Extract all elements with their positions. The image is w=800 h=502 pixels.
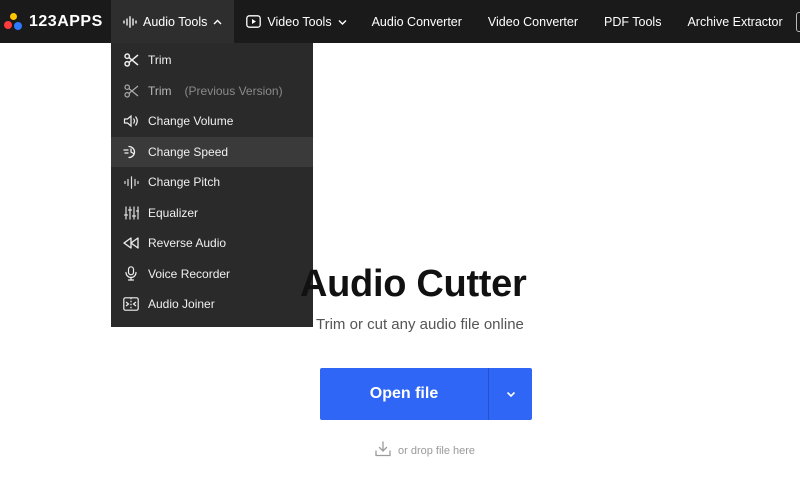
menu-item-change-volume[interactable]: Change Volume [111, 106, 313, 137]
menu-item-label: Equalizer [148, 205, 199, 220]
menu-item-suffix: (Previous Version) [184, 83, 283, 98]
account-button[interactable] [796, 12, 800, 32]
main-nav: Audio Tools Video Tools Audio Converter … [111, 0, 796, 43]
open-file-control: Open file [320, 368, 532, 420]
menu-item-label: Change Volume [148, 114, 234, 129]
waveform-icon [123, 15, 137, 28]
menu-item-change-speed[interactable]: Change Speed [111, 136, 313, 167]
play-box-icon [246, 15, 262, 28]
logo-mark-icon [4, 12, 24, 31]
drop-hint-text: or drop file here [398, 444, 476, 457]
scissors-outline-icon [123, 83, 139, 99]
equalizer-icon [123, 205, 139, 221]
menu-item-audio-joiner[interactable]: Audio Joiner [111, 289, 313, 320]
chevron-down-icon [506, 385, 516, 403]
menu-item-voice-recorder[interactable]: Voice Recorder [111, 259, 313, 290]
menu-item-label: Trim [148, 83, 172, 98]
nav-archive-extractor[interactable]: Archive Extractor [674, 0, 795, 43]
open-file-options-button[interactable] [489, 368, 532, 420]
page-subtitle: Trim or cut any audio file online [316, 316, 524, 333]
microphone-icon [123, 266, 139, 282]
nav-pdf-tools[interactable]: PDF Tools [591, 0, 674, 43]
logo[interactable]: 123APPS [4, 0, 103, 43]
menu-item-label: Voice Recorder [148, 266, 231, 281]
nav-audio-converter[interactable]: Audio Converter [359, 0, 475, 43]
chevron-up-icon [213, 19, 222, 25]
menu-item-label: Trim [148, 53, 172, 68]
speed-icon [123, 144, 139, 160]
menu-item-trim-previous[interactable]: Trim (Previous Version) [111, 76, 313, 107]
drop-zone-hint: or drop file here [374, 440, 475, 461]
menu-item-change-pitch[interactable]: Change Pitch [111, 167, 313, 198]
menu-item-equalizer[interactable]: Equalizer [111, 198, 313, 229]
top-navigation-bar: 123APPS Audio Tools Video Tools Audio Co… [0, 0, 800, 43]
download-icon [374, 440, 392, 461]
logo-text: 123APPS [29, 12, 103, 30]
join-icon [123, 296, 139, 312]
nav-video-converter[interactable]: Video Converter [475, 0, 591, 43]
open-file-button[interactable]: Open file [320, 368, 488, 420]
chevron-down-icon [338, 19, 347, 25]
rewind-icon [123, 235, 139, 251]
volume-icon [123, 113, 139, 129]
nav-video-tools-label: Video Tools [267, 14, 332, 29]
menu-item-trim[interactable]: Trim [111, 45, 313, 76]
nav-audio-tools[interactable]: Audio Tools [111, 0, 235, 43]
nav-audio-tools-label: Audio Tools [143, 14, 208, 29]
page-title: Audio Cutter [300, 263, 527, 305]
menu-item-label: Reverse Audio [148, 236, 227, 251]
audio-tools-dropdown: Trim Trim (Previous Version) Change Volu… [111, 43, 313, 327]
menu-item-label: Audio Joiner [148, 297, 215, 312]
menu-item-label: Change Speed [148, 144, 229, 159]
scissors-icon [123, 52, 139, 68]
menu-item-reverse-audio[interactable]: Reverse Audio [111, 228, 313, 259]
waveform-icon [123, 174, 139, 190]
menu-item-label: Change Pitch [148, 175, 221, 190]
nav-video-tools[interactable]: Video Tools [234, 0, 358, 43]
